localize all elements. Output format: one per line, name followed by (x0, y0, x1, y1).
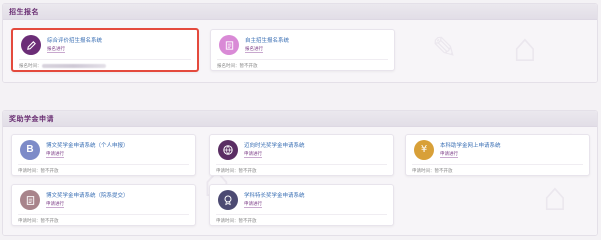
section-header: 招生报名 (3, 4, 597, 20)
card-status-link[interactable]: 申请进行 (244, 201, 262, 208)
background-decoration: ⌂ (542, 175, 567, 219)
card-bowen-individual[interactable]: B 博文奖学金申请系统（个人申报） 申请进行 申请时间：暂不开放 (11, 134, 196, 176)
card-title[interactable]: 迈向时光奖学金申请系统 (244, 141, 305, 149)
card-time: 申请时间：暂不开放 (18, 168, 59, 173)
card-status-link[interactable]: 报名进行 (47, 46, 65, 53)
letter-b-icon: B (20, 140, 40, 160)
card-time: 申请时间：暂不开放 (216, 168, 257, 173)
card-status-link[interactable]: 申请进行 (46, 201, 64, 208)
card-title[interactable]: 博文奖学金申请系统（个人申报） (46, 141, 129, 149)
card-time: 申请时间：暂不开放 (412, 168, 453, 173)
card-independent-admission[interactable]: 自主招生报名系统 报名进行 报名时间：暂不开放 (210, 29, 395, 71)
card-talent-scholarship[interactable]: 学科特长奖学金申请系统 申请进行 申请时间：暂不开放 (209, 184, 394, 226)
card-bowen-department[interactable]: 博文奖学金申请系统（院系提交） 申请进行 申请时间：暂不开放 (11, 184, 196, 226)
card-time: 申请时间：暂不开放 (216, 218, 257, 223)
divider (18, 214, 189, 215)
document-icon (20, 190, 40, 210)
section-title: 奖助学金申请 (9, 115, 54, 123)
card-time: 报名时间： (19, 63, 106, 69)
card-time: 申请时间：暂不开放 (18, 218, 59, 223)
card-status-link[interactable]: 申请进行 (440, 151, 458, 158)
section-header: 奖助学金申请 (3, 111, 597, 127)
section-body: ⌂ ⌂ ✎ B 博文奖学金申请系统（个人申报） 申请进行 申请时间：暂不开放 迈… (3, 127, 597, 235)
card-title[interactable]: 自主招生报名系统 (245, 36, 289, 44)
form-icon (219, 35, 239, 55)
card-maixiang-scholarship[interactable]: 迈向时光奖学金申请系统 申请进行 申请时间：暂不开放 (209, 134, 394, 176)
card-time: 报名时间：暂不开放 (217, 63, 258, 68)
background-decoration: ⌂ (512, 26, 537, 70)
section-scholarships: 奖助学金申请 ⌂ ⌂ ✎ B 博文奖学金申请系统（个人申报） 申请进行 申请时间… (2, 110, 598, 236)
card-status-link[interactable]: 报名进行 (245, 46, 263, 53)
card-title[interactable]: 本科助学金网上申请系统 (440, 141, 501, 149)
card-status-link[interactable]: 申请进行 (46, 151, 64, 158)
medal-icon (218, 190, 238, 210)
card-status-link[interactable]: 申请进行 (244, 151, 262, 158)
section-admissions: 招生报名 ⌂ ✎ 综合评价招生报名系统 报名进行 报名时间： 自主招生报名系统 … (2, 3, 598, 83)
redacted-time-value (41, 63, 106, 68)
divider (412, 164, 583, 165)
pencil-icon (21, 35, 41, 55)
divider (217, 59, 388, 60)
card-title[interactable]: 学科特长奖学金申请系统 (244, 191, 305, 199)
background-decoration: ✎ (431, 32, 457, 65)
coin-icon: ¥ (414, 140, 434, 160)
divider (18, 164, 189, 165)
card-title[interactable]: 综合评价招生报名系统 (47, 36, 102, 44)
section-body: ⌂ ✎ 综合评价招生报名系统 报名进行 报名时间： 自主招生报名系统 报名进行 … (3, 20, 597, 82)
divider (19, 59, 191, 60)
card-title[interactable]: 博文奖学金申请系统（院系提交） (46, 191, 129, 199)
card-undergrad-grant[interactable]: ¥ 本科助学金网上申请系统 申请进行 申请时间：暂不开放 (405, 134, 590, 176)
card-comprehensive-admission[interactable]: 综合评价招生报名系统 报名进行 报名时间： (11, 28, 199, 72)
section-title: 招生报名 (9, 8, 39, 16)
globe-icon (218, 140, 238, 160)
divider (216, 164, 387, 165)
divider (216, 214, 387, 215)
